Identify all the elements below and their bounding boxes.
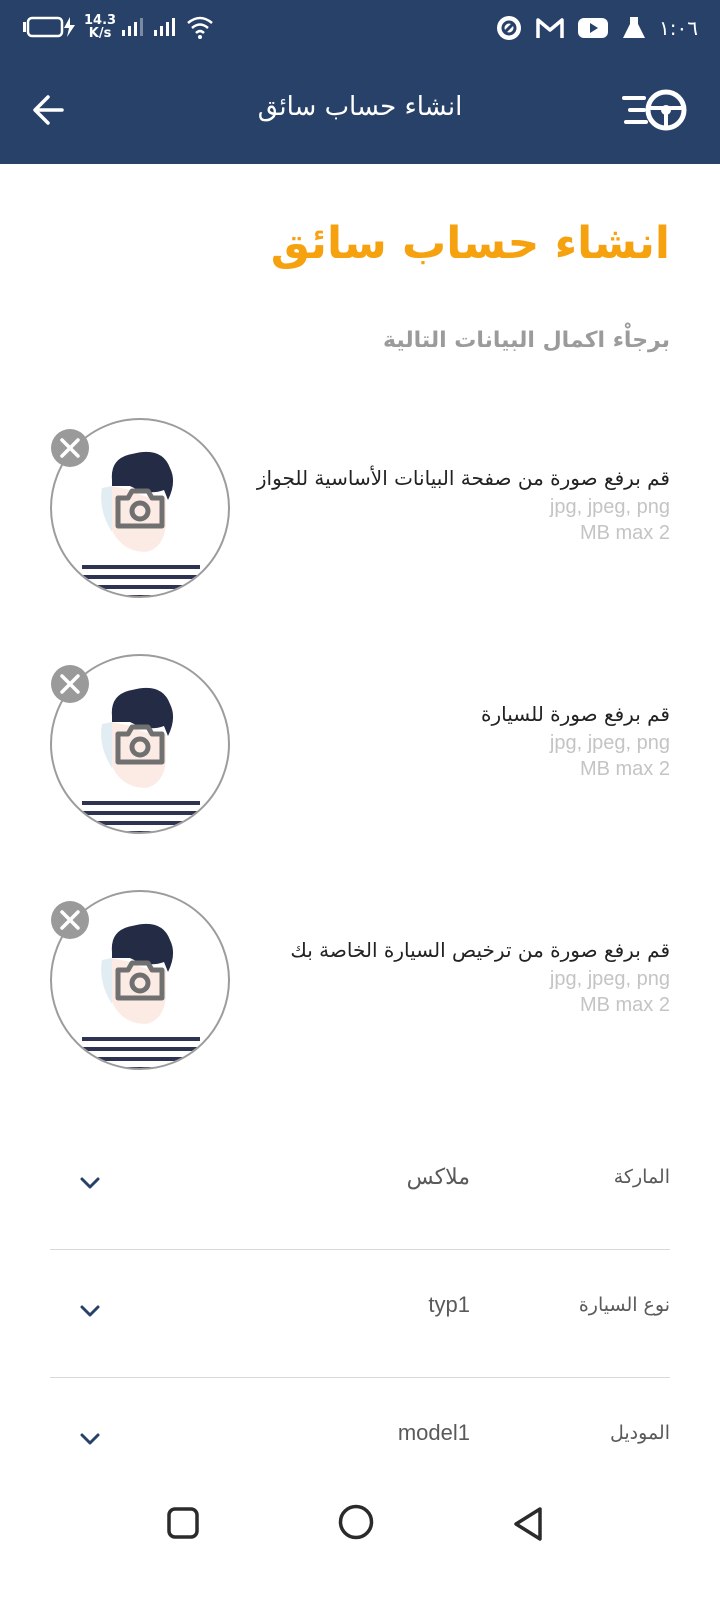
chevron-down-icon[interactable] [78, 1302, 102, 1320]
camera-icon [115, 724, 165, 765]
upload-row-passport: قم برفع صورة من صفحة البيانات الأساسية ل… [0, 418, 720, 603]
upload-label: قم برفع صورة من ترخيص السيارة الخاصة بك [290, 938, 670, 962]
upload-info: قم برفع صورة للسيارة jpg, jpeg, png MB m… [230, 698, 670, 782]
remove-photo-icon[interactable] [50, 664, 90, 704]
model-select[interactable]: الموديل model1 [50, 1378, 670, 1488]
camera-icon [115, 488, 165, 529]
upload-info: قم برفع صورة من ترخيص السيارة الخاصة بك … [230, 934, 670, 1018]
upload-formats: jpg, jpeg, png [549, 968, 670, 990]
car-type-select[interactable]: نوع السيارة typ1 [50, 1250, 670, 1378]
upload-formats: jpg, jpeg, png [549, 496, 670, 518]
upload-max-size: MB max 2 [579, 994, 670, 1016]
upload-max-size: MB max 2 [579, 758, 670, 780]
clock: ١:٠٦ [659, 16, 698, 40]
gmail-icon [536, 18, 564, 38]
battery-icon [23, 16, 75, 38]
upload-row-car-license: قم برفع صورة من ترخيص السيارة الخاصة بك … [0, 890, 720, 1075]
youtube-icon [578, 18, 609, 38]
signal-icon [154, 18, 176, 36]
status-bar: 14.3 K/s ١:٠٦ [0, 0, 720, 62]
upload-label: قم برفع صورة للسيارة [480, 702, 670, 726]
page-title: انشاء حساب سائق [270, 218, 670, 269]
system-navigation-bar [0, 1488, 720, 1600]
brand-select[interactable]: الماركة ملاكس [50, 1122, 670, 1250]
car-type-value: typ1 [428, 1292, 470, 1317]
camera-icon [115, 960, 165, 1001]
chevron-down-icon[interactable] [78, 1174, 102, 1192]
upload-label: قم برفع صورة من صفحة البيانات الأساسية ل… [256, 466, 670, 490]
upload-formats: jpg, jpeg, png [549, 732, 670, 754]
brand-label: الماركة [613, 1166, 670, 1188]
back-triangle-icon[interactable] [512, 1506, 544, 1542]
brand-value: ملاكس [406, 1164, 470, 1189]
steering-wheel-logo-icon [622, 89, 687, 131]
app-notification-icon [497, 16, 522, 40]
network-speed-unit: K/s [88, 26, 112, 41]
upload-row-car-photo: قم برفع صورة للسيارة jpg, jpeg, png MB m… [0, 654, 720, 839]
signal-icon [122, 18, 144, 36]
model-label: الموديل [609, 1422, 670, 1444]
remove-photo-icon[interactable] [50, 900, 90, 940]
upload-max-size: MB max 2 [579, 522, 670, 544]
lab-flask-icon [623, 17, 646, 38]
page-subtitle: برجاْء اكمال البيانات التالية [383, 328, 670, 353]
app-header: انشاء حساب سائق [0, 62, 720, 164]
recent-apps-icon[interactable] [166, 1506, 200, 1540]
wifi-icon [187, 16, 213, 39]
remove-photo-icon[interactable] [50, 428, 90, 468]
upload-info: قم برفع صورة من صفحة البيانات الأساسية ل… [230, 462, 670, 546]
model-value: model1 [397, 1420, 470, 1445]
car-type-label: نوع السيارة [578, 1294, 670, 1316]
network-speed: 14.3 K/s [84, 14, 116, 40]
home-icon[interactable] [338, 1504, 374, 1540]
header-title: انشاء حساب سائق [257, 92, 463, 122]
chevron-down-icon[interactable] [78, 1430, 102, 1448]
